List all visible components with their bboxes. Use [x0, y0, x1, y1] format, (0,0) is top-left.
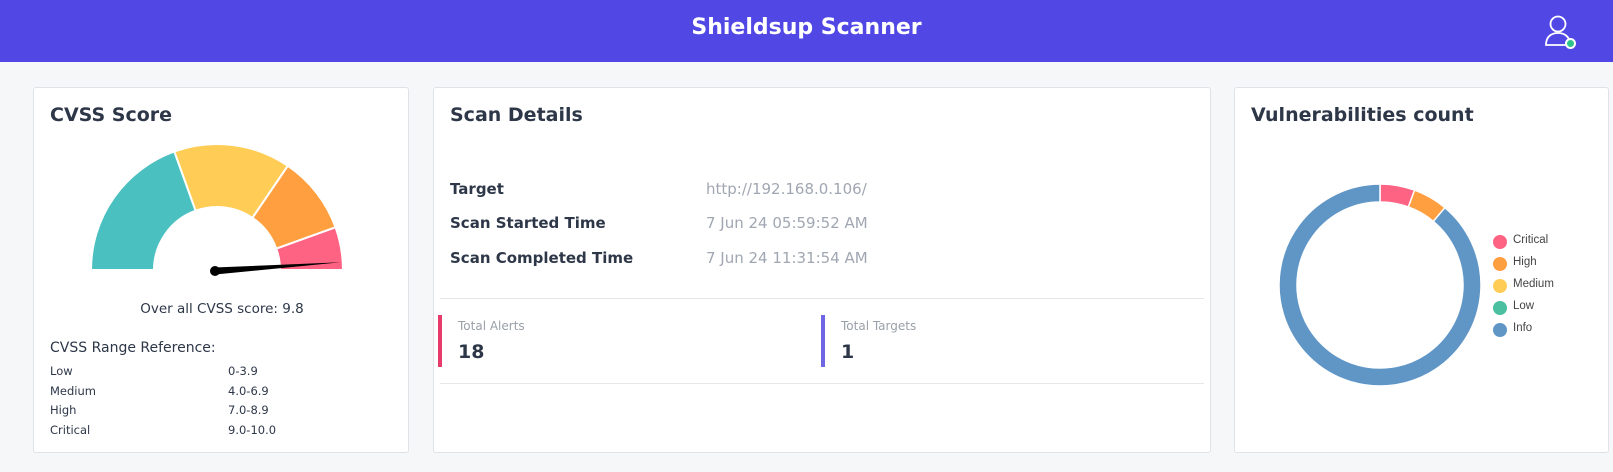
donut-slice-info[interactable] — [1278, 183, 1482, 387]
app-title: Shieldsup Scanner — [691, 15, 922, 40]
legend-swatch — [1493, 323, 1507, 337]
scan-started-value: 7 Jun 24 05:59:52 AM — [706, 214, 868, 232]
cvss-score-card: CVSS Score Over all CVSS score: 9.8 CVSS… — [33, 87, 409, 453]
legend-label: High — [1513, 256, 1537, 268]
legend-item-info[interactable]: Info — [1493, 320, 1593, 342]
range-label: Critical — [50, 422, 91, 437]
legend-label: Info — [1513, 322, 1533, 334]
total-alerts-stat: Total Alerts 18 — [438, 315, 525, 367]
range-row-critical: Critical 9.0-10.0 — [50, 423, 330, 443]
range-row-high: High 7.0-8.9 — [50, 403, 330, 423]
cvss-card-title: CVSS Score — [50, 104, 173, 126]
total-targets-value: 1 — [841, 341, 855, 363]
chart-legend: Critical High Medium Low Info — [1493, 232, 1593, 342]
user-account-button[interactable] — [1544, 14, 1576, 50]
scan-card-title: Scan Details — [450, 104, 583, 126]
legend-item-low[interactable]: Low — [1493, 298, 1593, 320]
legend-label: Medium — [1513, 278, 1554, 290]
cvss-range-table: Low 0-3.9 Medium 4.0-6.9 High 7.0-8.9 Cr… — [50, 364, 330, 442]
legend-label: Low — [1513, 300, 1535, 312]
range-value: 0-3.9 — [228, 364, 258, 378]
total-targets-label: Total Targets — [841, 319, 917, 333]
vulnerabilities-donut-chart — [1278, 183, 1482, 387]
legend-item-high[interactable]: High — [1493, 254, 1593, 276]
range-value: 7.0-8.9 — [228, 403, 269, 417]
vulnerabilities-count-card: Vulnerabilities count Critical High Medium… — [1234, 87, 1609, 453]
vulns-card-title: Vulnerabilities count — [1251, 104, 1474, 126]
legend-swatch — [1493, 257, 1507, 271]
legend-label: Critical — [1513, 234, 1549, 246]
range-label: Low — [50, 364, 73, 378]
range-value: 9.0-10.0 — [228, 422, 277, 437]
legend-swatch — [1493, 301, 1507, 315]
range-label: High — [50, 403, 77, 417]
top-bar: Shieldsup Scanner — [0, 0, 1613, 62]
divider — [440, 383, 1204, 384]
total-alerts-value: 18 — [458, 341, 485, 363]
gauge-needle-hub — [210, 266, 220, 276]
scan-completed-value: 7 Jun 24 11:31:54 AM — [706, 249, 868, 267]
target-value: http://192.168.0.106/ — [706, 180, 867, 198]
legend-swatch — [1493, 235, 1507, 249]
range-label: Medium — [50, 383, 96, 398]
overall-cvss-score: Over all CVSS score: 9.8 — [140, 301, 304, 317]
scan-details-card: Scan Details Target http://192.168.0.106… — [433, 87, 1211, 453]
cvss-gauge — [89, 143, 345, 276]
online-status-dot — [1565, 38, 1576, 49]
total-alerts-label: Total Alerts — [458, 319, 525, 333]
range-value: 4.0-6.9 — [228, 383, 269, 398]
scan-started-label: Scan Started Time — [450, 214, 606, 232]
range-row-medium: Medium 4.0-6.9 — [50, 384, 330, 404]
cvss-range-title: CVSS Range Reference: — [50, 340, 216, 356]
legend-swatch — [1493, 279, 1507, 293]
divider — [440, 298, 1204, 299]
legend-item-medium[interactable]: Medium — [1493, 276, 1593, 298]
scan-completed-label: Scan Completed Time — [450, 249, 634, 267]
target-label: Target — [450, 180, 504, 198]
total-targets-stat: Total Targets 1 — [821, 315, 916, 367]
legend-item-critical[interactable]: Critical — [1493, 232, 1593, 254]
range-row-low: Low 0-3.9 — [50, 364, 330, 384]
